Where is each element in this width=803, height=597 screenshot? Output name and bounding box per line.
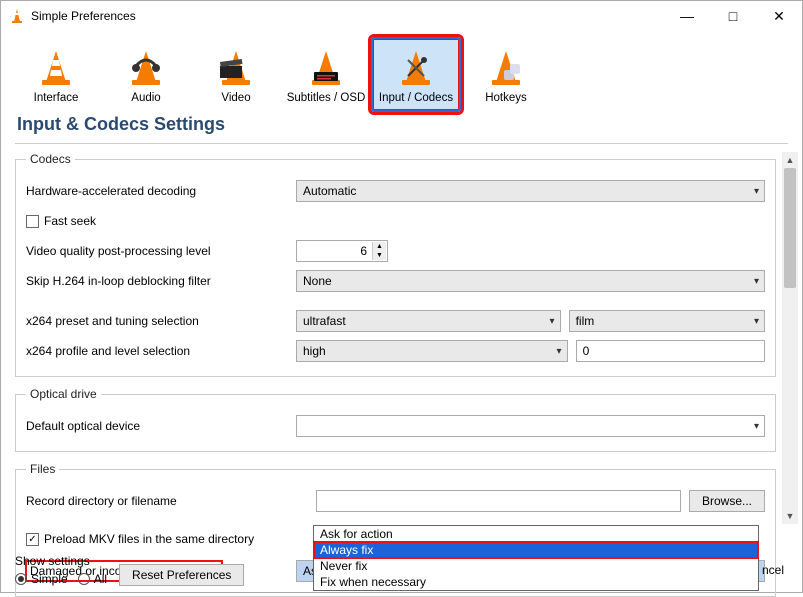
preload-mkv-label: Preload MKV files in the same directory (44, 532, 254, 546)
codecs-legend: Codecs (26, 152, 75, 166)
maximize-button[interactable]: □ (710, 1, 756, 31)
combo-value: Automatic (303, 184, 356, 198)
avi-option[interactable]: Fix when necessary (314, 574, 758, 590)
combo-value: None (303, 274, 332, 288)
scroll-thumb[interactable] (784, 168, 796, 288)
default-optical-label: Default optical device (26, 419, 296, 433)
combo-value: high (303, 344, 326, 358)
tab-label: Video (221, 92, 250, 104)
preload-mkv-checkbox[interactable]: ✓ Preload MKV files in the same director… (26, 532, 254, 546)
combo-value: film (576, 314, 595, 328)
title-bar: Simple Preferences — □ ✕ (1, 1, 802, 31)
browse-button[interactable]: Browse... (689, 490, 765, 512)
x264-preset-label: x264 preset and tuning selection (26, 314, 296, 328)
cone-subtitle-icon (306, 48, 346, 88)
cone-clapper-icon (216, 48, 256, 88)
spinner-up[interactable]: ▲ (372, 242, 386, 251)
close-button[interactable]: ✕ (756, 1, 802, 31)
tab-hotkeys[interactable]: Hotkeys (461, 37, 551, 112)
avi-dropdown-list[interactable]: Ask for action Always fix Never fix Fix … (313, 525, 759, 591)
fast-seek-label: Fast seek (44, 214, 96, 228)
show-settings-group: Show settings Simple All (15, 554, 107, 586)
window-controls: — □ ✕ (664, 1, 802, 31)
cone-headphones-icon (126, 48, 166, 88)
button-label: Reset Preferences (132, 568, 231, 582)
cone-tools-icon (396, 48, 436, 88)
tab-label: Hotkeys (485, 92, 527, 104)
tab-video[interactable]: Video (191, 37, 281, 112)
record-dir-input[interactable] (316, 490, 681, 512)
radio-all[interactable]: All (78, 572, 107, 586)
scroll-down-arrow[interactable]: ▼ (782, 508, 798, 524)
combo-value: ultrafast (303, 314, 346, 328)
radio-simple[interactable]: Simple (15, 572, 68, 586)
avi-option[interactable]: Never fix (314, 558, 758, 574)
optical-legend: Optical drive (26, 387, 101, 401)
minimize-button[interactable]: — (664, 1, 710, 31)
vqpp-spinner[interactable]: 6 ▲▼ (296, 240, 388, 262)
tab-audio[interactable]: Audio (101, 37, 191, 112)
x264-tuning-combo[interactable]: film (569, 310, 765, 332)
radio-circle (15, 573, 27, 585)
tab-label: Subtitles / OSD (287, 92, 366, 104)
x264-profile-combo[interactable]: high (296, 340, 568, 362)
page-title: Input & Codecs Settings (1, 112, 802, 143)
hw-decoding-combo[interactable]: Automatic (296, 180, 765, 202)
codecs-group: Codecs Hardware-accelerated decoding Aut… (15, 152, 776, 377)
reset-preferences-button[interactable]: Reset Preferences (119, 564, 244, 586)
radio-label: All (94, 572, 107, 586)
skip-h264-label: Skip H.264 in-loop deblocking filter (26, 274, 296, 288)
hw-decoding-label: Hardware-accelerated decoding (26, 184, 296, 198)
scroll-up-arrow[interactable]: ▲ (782, 152, 798, 168)
show-settings-label: Show settings (15, 554, 107, 568)
button-label: Browse... (702, 494, 752, 508)
x264-level-input[interactable]: 0 (576, 340, 765, 362)
divider (15, 143, 788, 144)
skip-h264-combo[interactable]: None (296, 270, 765, 292)
files-legend: Files (26, 462, 59, 476)
avi-option[interactable]: Ask for action (314, 526, 758, 542)
window-title: Simple Preferences (31, 9, 664, 23)
spinner-down[interactable]: ▼ (372, 251, 386, 260)
cancel-button-partial[interactable]: ncel (762, 563, 788, 577)
tab-label: Interface (34, 92, 79, 104)
checkbox-box: ✓ (26, 533, 39, 546)
vqpp-label: Video quality post-processing level (26, 244, 296, 258)
textbox-value: 0 (583, 344, 590, 358)
avi-option-highlighted[interactable]: Always fix (314, 542, 758, 558)
tab-input-codecs[interactable]: Input / Codecs (371, 37, 461, 112)
fast-seek-checkbox[interactable]: Fast seek (26, 214, 96, 228)
radio-circle (78, 573, 90, 585)
cone-keys-icon (486, 48, 526, 88)
app-icon (9, 8, 25, 24)
x264-preset-combo[interactable]: ultrafast (296, 310, 561, 332)
tab-subtitles[interactable]: Subtitles / OSD (281, 37, 371, 112)
x264-profile-label: x264 profile and level selection (26, 344, 296, 358)
tab-label: Audio (131, 92, 160, 104)
checkbox-box (26, 215, 39, 228)
tab-label: Input / Codecs (379, 92, 453, 104)
vertical-scrollbar[interactable]: ▲ ▼ (782, 152, 798, 524)
tab-interface[interactable]: Interface (11, 37, 101, 112)
default-optical-combo[interactable] (296, 415, 765, 437)
preferences-tabs: Interface Audio Video Subtitles / OSD In… (1, 31, 802, 112)
cone-icon (36, 48, 76, 88)
record-dir-label: Record directory or filename (26, 494, 316, 508)
optical-group: Optical drive Default optical device (15, 387, 776, 452)
radio-label: Simple (31, 572, 68, 586)
